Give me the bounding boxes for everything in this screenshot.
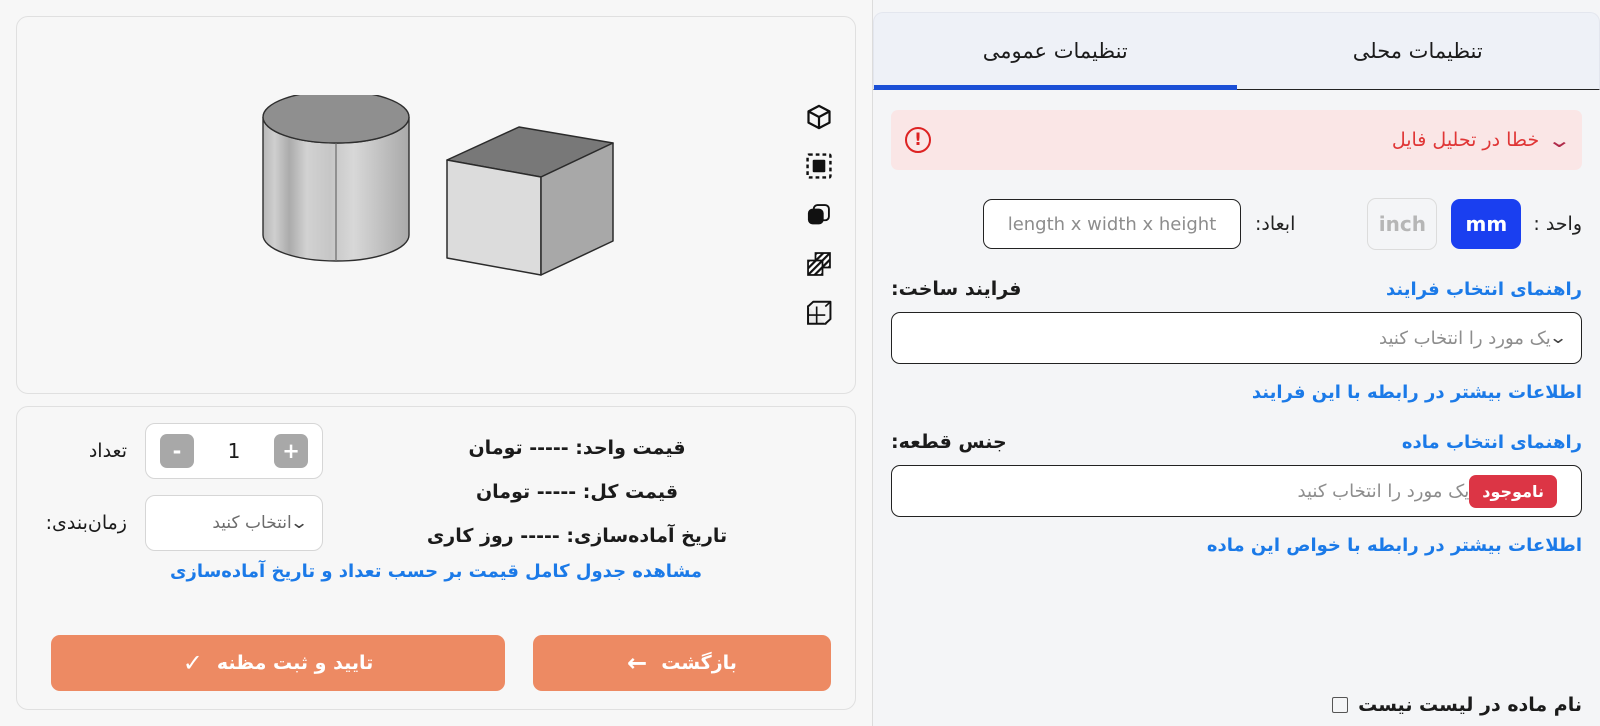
tab-local-settings[interactable]: تنظیمات محلی [1237,13,1600,89]
unit-dimensions-row: واحد : mm inch ابعاد: [891,198,1582,250]
chevron-down-icon: ⌄ [289,512,309,533]
dimensions-label: ابعاد: [1254,213,1296,235]
cylinder-shape [262,95,410,262]
process-more-info-row: اطلاعات بیشتر در رابطه با این فرایند [891,382,1582,403]
material-label: جنس قطعه: [891,431,1007,453]
settings-panel: تنظیمات محلی تنظیمات عمومی ⌄ خطا در تحلی… [872,0,1600,726]
unit-label: واحد : [1533,213,1582,235]
material-more-info-link[interactable]: اطلاعات بیشتر در رابطه با خواص این ماده [1207,535,1582,556]
check-icon: ✓ [182,649,203,677]
submit-quote-label: تایید و ثبت مظنه [216,652,374,674]
back-button[interactable]: بازگشت ← [533,635,831,691]
process-select[interactable]: ⌄ یک مورد را انتخاب کنید [891,312,1582,364]
hatched-section-icon[interactable] [805,250,833,278]
material-guide-link[interactable]: راهنمای انتخاب ماده [1402,432,1582,453]
total-price: قیمت کل: ----- تومان [475,481,679,503]
chevron-down-icon[interactable]: ⌄ [1547,130,1572,150]
settings-body: ⌄ خطا در تحلیل فایل ! واحد : mm inch ابع… [873,90,1600,726]
process-label: فرایند ساخت: [891,278,1022,300]
app-root: تنظیمات محلی تنظیمات عمومی ⌄ خطا در تحلی… [0,0,1600,726]
order-controls: + 1 - تعداد ⌄ انتخاب کنید زمان‌بندی: [41,423,323,551]
alert-circle-icon: ! [905,127,931,153]
preview-panel: قیمت واحد: ----- تومان قیمت کل: ----- تو… [0,0,872,726]
quantity-decrease-button[interactable]: - [160,434,195,468]
tab-general-settings-label: تنظیمات عمومی [982,39,1128,63]
material-more-info-row: اطلاعات بیشتر در رابطه با خواص این ماده [891,535,1582,556]
material-header-row: راهنمای انتخاب ماده جنس قطعه: [891,431,1582,453]
unit-button-mm[interactable]: mm [1451,199,1522,249]
material-not-in-list-checkbox[interactable] [1332,697,1349,713]
quantity-label: تعداد [88,440,127,462]
action-buttons: بازگشت ← تایید و ثبت مظنه ✓ [41,617,831,691]
bounding-box-icon[interactable] [805,152,833,180]
arrow-left-icon: ← [627,649,648,677]
wireframe-cube-icon[interactable] [805,299,833,327]
pricing-card: قیمت واحد: ----- تومان قیمت کل: ----- تو… [16,406,856,710]
process-header-row: راهنمای انتخاب فرایند فرایند ساخت: [891,278,1582,300]
schedule-row: ⌄ انتخاب کنید زمان‌بندی: [41,495,323,551]
back-button-label: بازگشت [661,652,737,674]
quantity-value: 1 [227,439,241,463]
schedule-select[interactable]: ⌄ انتخاب کنید [145,495,323,551]
price-summary: قیمت واحد: ----- تومان قیمت کل: ----- تو… [323,423,831,547]
quantity-stepper[interactable]: + 1 - [145,423,323,479]
tab-general-settings[interactable]: تنظیمات عمومی [874,13,1237,90]
material-select-placeholder: یک مورد را انتخاب کنید [1297,480,1470,502]
unit-button-inch[interactable]: inch [1367,198,1438,250]
model-viewer-card [16,16,856,394]
submit-quote-button[interactable]: تایید و ثبت مظنه ✓ [51,635,505,691]
solid-shape-icon[interactable] [805,201,833,229]
process-more-info-link[interactable]: اطلاعات بیشتر در رابطه با این فرایند [1252,382,1582,403]
error-message: خطا در تحلیل فایل [1391,129,1540,151]
3d-model-render [262,95,614,276]
ready-date: تاریخ آماده‌سازی: ----- روز کاری [426,525,728,547]
box-shape [446,126,614,276]
full-price-table-link[interactable]: مشاهده جدول کامل قیمت بر حسب تعداد و تار… [41,561,831,582]
model-viewport[interactable] [17,17,855,393]
quantity-increase-button[interactable]: + [274,434,308,468]
cube-icon[interactable] [805,103,833,131]
unit-price: قیمت واحد: ----- تومان [468,437,686,459]
process-select-placeholder: یک مورد را انتخاب کنید [1379,327,1551,349]
tab-local-settings-label: تنظیمات محلی [1352,39,1483,63]
chevron-down-icon: ⌄ [1548,327,1568,348]
material-not-in-list-row[interactable]: نام ماده در لیست نیست [1332,694,1582,716]
status-badge: ناموجود [1469,474,1557,508]
material-not-in-list-label: نام ماده در لیست نیست [1358,694,1582,716]
schedule-placeholder: انتخاب کنید [212,513,292,533]
material-select[interactable]: ناموجود یک مورد را انتخاب کنید [891,465,1582,517]
dimensions-input[interactable] [982,199,1241,249]
quantity-row: + 1 - تعداد [41,423,323,479]
viewer-toolbar [805,103,833,327]
file-analysis-error-banner[interactable]: ⌄ خطا در تحلیل فایل ! [891,110,1582,170]
settings-tabbar: تنظیمات محلی تنظیمات عمومی [873,12,1600,90]
unit-button-inch-label: inch [1378,212,1426,236]
schedule-label: زمان‌بندی: [45,512,127,534]
process-guide-link[interactable]: راهنمای انتخاب فرایند [1386,279,1582,300]
pricing-grid: قیمت واحد: ----- تومان قیمت کل: ----- تو… [41,423,831,551]
unit-button-mm-label: mm [1465,212,1508,236]
